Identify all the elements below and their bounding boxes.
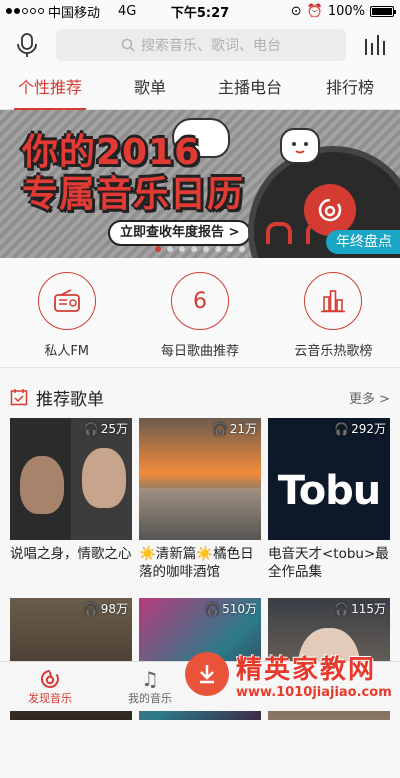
battery-icon (370, 5, 396, 17)
search-input[interactable]: 搜索音乐、歌词、电台 (56, 29, 346, 61)
download-button[interactable] (185, 652, 229, 696)
now-playing-button[interactable] (360, 30, 390, 60)
pagination-dot (215, 246, 221, 252)
status-bar: 中国移动 4G 下午5:27 ⊙ ⏰ 100% (0, 0, 400, 22)
section-title: 推荐歌单 (36, 389, 104, 410)
daily-recommend-button[interactable]: 6 每日歌曲推荐 (133, 258, 266, 367)
play-count: 🎧 115万 (334, 601, 386, 617)
headphones-icon: 🎧 (83, 601, 99, 616)
promo-banner[interactable]: 你的2016 专属音乐日历 立即查收年度报告 > 年终盘点 (0, 110, 400, 258)
chart-bars-icon (304, 272, 363, 330)
playlist-cover: Tobu 🎧 292万 (268, 418, 390, 540)
status-right: ⊙ ⏰ 100% (244, 3, 396, 19)
nav-discover-music[interactable]: 发现音乐 (0, 662, 100, 711)
playlist-cover: 🎧 21万 (139, 418, 261, 540)
watermark: 精英家教网 www.1010jiajiao.com (236, 655, 400, 711)
nav-label: 发现音乐 (28, 691, 72, 705)
music-note-icon: ♫ (141, 666, 159, 691)
tab-radio[interactable]: 主播电台 (200, 68, 300, 109)
hot-chart-label: 云音乐热歌榜 (294, 344, 373, 359)
playlist-title: ☀️清新篇☀️橘色日落的咖啡酒馆 (139, 546, 254, 580)
playlist-title: 说唱之身，情歌之心 (10, 546, 132, 562)
playlist-grid: 🎧 25万 说唱之身，情歌之心 🎧 21万 ☀️清新篇☀️橘色日落的咖啡酒馆 Tob… (10, 418, 390, 778)
tab-bar: 个性推荐 歌单 主播电台 排行榜 (0, 68, 400, 110)
banner-cta-button[interactable]: 立即查收年度报告 > (108, 220, 252, 246)
pagination-dot (191, 246, 197, 252)
radio-icon (37, 272, 96, 330)
calendar-day-icon: 6 (170, 272, 229, 330)
playlist-card[interactable]: Tobu 🎧 292万 电音天才<tobu>最全作品集 (268, 418, 390, 598)
quick-entries: 私人FM 6 每日歌曲推荐 云音乐热歌榜 (0, 258, 400, 368)
mascot-icon (280, 128, 320, 164)
alarm-icon: ⏰ (306, 3, 323, 19)
banner-pagination (0, 246, 400, 252)
search-icon (121, 38, 135, 52)
carrier-name: 中国移动 (48, 5, 101, 21)
play-count: 🎧 25万 (83, 421, 128, 437)
equalizer-bars-icon (365, 35, 385, 55)
banner-title: 你的2016 专属音乐日历 (22, 132, 244, 216)
headphones-icon: 🎧 (205, 601, 221, 616)
microphone-icon (17, 33, 37, 57)
tab-personal-recommend[interactable]: 个性推荐 (0, 68, 100, 110)
daily-recommend-label: 每日歌曲推荐 (160, 344, 239, 359)
watermark-url: www.1010jiajiao.com (236, 685, 392, 700)
playlist-card[interactable]: 🎧 25万 说唱之身，情歌之心 (10, 418, 132, 598)
voice-search-button[interactable] (10, 28, 44, 62)
hot-chart-button[interactable]: 云音乐热歌榜 (267, 258, 400, 367)
private-fm-button[interactable]: 私人FM (0, 258, 133, 367)
tab-playlists[interactable]: 歌单 (100, 68, 200, 109)
banner-title-line1: 你的2016 (22, 132, 201, 173)
playlist-card[interactable]: 🎧 21万 ☀️清新篇☀️橘色日落的咖啡酒馆 (139, 418, 261, 598)
orientation-lock-icon: ⊙ (290, 3, 302, 19)
play-count: 🎧 98万 (83, 601, 128, 617)
watermark-title: 精英家教网 (236, 655, 377, 685)
netease-music-icon (41, 669, 59, 688)
pagination-dot (227, 246, 233, 252)
pagination-dot (179, 246, 185, 252)
pagination-dot (203, 246, 209, 252)
calendar-check-icon (10, 389, 28, 406)
recommended-playlists-header: 推荐歌单 更多 > (0, 378, 400, 416)
headphones-icon: 🎧 (334, 421, 350, 436)
signal-strength-icon (6, 8, 44, 14)
nav-label: 我的音乐 (128, 691, 172, 705)
more-link[interactable]: 更多 > (349, 388, 390, 407)
play-count: 🎧 21万 (212, 421, 257, 437)
headphones-icon: 🎧 (212, 421, 228, 436)
playlist-title: 电音天才<tobu>最全作品集 (268, 546, 389, 580)
headphones-icon: 🎧 (334, 601, 350, 616)
banner-title-line2: 专属音乐日历 (22, 174, 245, 215)
tab-charts[interactable]: 排行榜 (300, 68, 400, 109)
status-time: 下午5:27 (170, 5, 230, 21)
battery-percent: 100% (327, 3, 365, 19)
status-left: 中国移动 4G (6, 2, 156, 21)
play-count: 🎧 292万 (334, 421, 386, 437)
top-bar: 搜索音乐、歌词、电台 (0, 22, 400, 68)
pagination-dot (239, 246, 245, 252)
search-placeholder: 搜索音乐、歌词、电台 (141, 38, 281, 54)
pagination-dot (155, 246, 161, 252)
headphones-icon: 🎧 (83, 421, 99, 436)
pagination-dot (167, 246, 173, 252)
private-fm-label: 私人FM (44, 344, 90, 359)
network-type: 4G (118, 3, 137, 19)
antler-left-icon (266, 222, 292, 244)
playlist-cover: 🎧 25万 (10, 418, 132, 540)
play-count: 🎧 510万 (205, 601, 257, 617)
download-icon (200, 665, 214, 684)
calendar-day-number: 6 (192, 288, 207, 314)
cover-logo-text: Tobu (277, 468, 382, 514)
